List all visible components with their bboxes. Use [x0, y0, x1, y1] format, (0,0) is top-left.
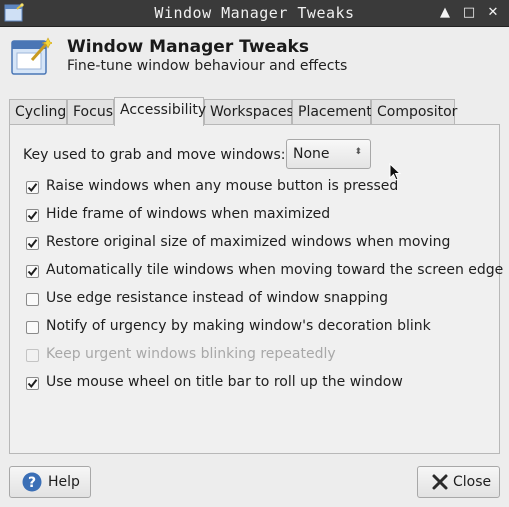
- close-x-icon: [432, 474, 448, 490]
- option-label: Use edge resistance instead of window sn…: [46, 290, 389, 306]
- tab-cycling[interactable]: Cycling: [9, 99, 67, 125]
- page-subtitle: Fine-tune window behaviour and effects: [67, 58, 348, 74]
- option-label: Raise windows when any mouse button is p…: [46, 178, 399, 194]
- close-button[interactable]: Close: [417, 466, 500, 498]
- dialog-header: Window Manager Tweaks Fine-tune window b…: [0, 27, 509, 93]
- window-manager-tweaks-icon: [11, 37, 52, 75]
- close-button-label: Close: [453, 474, 492, 490]
- checkbox[interactable]: [26, 377, 39, 390]
- checkbox[interactable]: [26, 321, 39, 334]
- option-label: Hide frame of windows when maximized: [46, 206, 331, 222]
- help-button-label: Help: [48, 474, 80, 490]
- grab-key-label: Key used to grab and move windows:: [23, 147, 286, 163]
- option-label: Keep urgent windows blinking repeatedly: [46, 346, 336, 362]
- help-button[interactable]: ? Help: [9, 466, 91, 498]
- close-window-button[interactable]: ✕: [484, 4, 502, 22]
- option-label: Restore original size of maximized windo…: [46, 234, 451, 250]
- tab-compositor[interactable]: Compositor: [371, 99, 457, 125]
- grab-key-select[interactable]: None ⬍: [286, 139, 371, 169]
- window-title: Window Manager Tweaks: [154, 4, 355, 22]
- option-label: Use mouse wheel on title bar to roll up …: [46, 374, 403, 390]
- mouse-pointer-icon: [389, 163, 401, 181]
- tab-workspaces[interactable]: Workspaces: [204, 99, 294, 125]
- tab-focus[interactable]: Focus: [67, 99, 114, 125]
- window-titlebar[interactable]: Window Manager Tweaks ▲ □ ✕: [0, 0, 509, 27]
- checkbox[interactable]: [26, 237, 39, 250]
- page-title: Window Manager Tweaks: [67, 37, 309, 57]
- option-label: Automatically tile windows when moving t…: [46, 262, 504, 278]
- tab-placement[interactable]: Placement: [292, 99, 372, 125]
- option-label: Notify of urgency by making window's dec…: [46, 318, 431, 334]
- checkbox: [26, 349, 39, 362]
- roll-up-button[interactable]: ▲: [436, 4, 454, 22]
- accessibility-panel: Key used to grab and move windows: None …: [9, 124, 504, 454]
- combo-arrow-icon: ⬍: [354, 147, 362, 157]
- grab-key-value: None: [293, 146, 330, 162]
- checkbox[interactable]: [26, 209, 39, 222]
- tab-accessibility[interactable]: Accessibility: [114, 97, 206, 126]
- checkbox[interactable]: [26, 265, 39, 278]
- checkbox[interactable]: [26, 181, 39, 194]
- help-question-icon: ?: [22, 472, 42, 492]
- svg-text:?: ?: [28, 475, 36, 491]
- maximize-button[interactable]: □: [460, 4, 478, 22]
- checkbox[interactable]: [26, 293, 39, 306]
